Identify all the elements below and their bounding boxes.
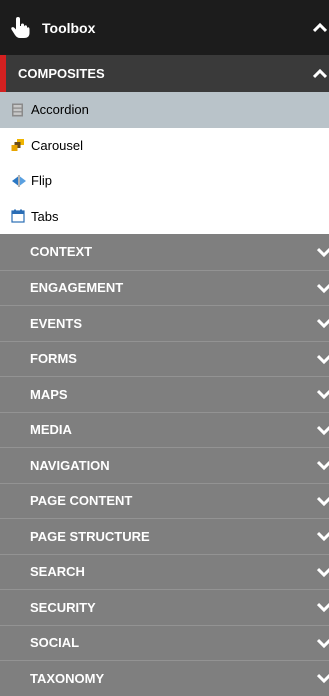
chevron-down-icon[interactable] [317,459,329,471]
section-label: PAGE CONTENT [30,493,133,509]
section-label: TAXONOMY [30,670,105,686]
item-label: Accordion [31,102,89,118]
chevron-down-icon[interactable] [317,317,329,329]
section-taxonomy[interactable]: TAXONOMY [0,660,329,696]
section-media[interactable]: MEDIA [0,411,329,447]
section-page-structure[interactable]: PAGE STRUCTURE [0,518,329,554]
chevron-down-icon[interactable] [317,353,329,365]
chevron-down-icon[interactable] [317,282,329,294]
active-section-marker [0,55,6,92]
chevron-down-icon[interactable] [317,566,329,578]
collapsed-sections: CONTEXT ENGAGEMENT EVENTS FORMS MAPS MED… [0,234,329,696]
section-page-content[interactable]: PAGE CONTENT [0,482,329,518]
chevron-up-icon[interactable] [313,22,327,34]
chevron-down-icon[interactable] [317,495,329,507]
section-navigation[interactable]: NAVIGATION [0,447,329,483]
toolbox-item-accordion[interactable]: Accordion [0,92,329,128]
section-label: SEARCH [30,564,85,580]
flip-icon [11,174,26,188]
item-label: Carousel [31,137,84,153]
section-security[interactable]: SECURITY [0,589,329,625]
toolbox-header[interactable]: Toolbox [0,0,329,55]
section-label: ENGAGEMENT [30,280,124,296]
chevron-down-icon[interactable] [317,388,329,400]
chevron-up-icon[interactable] [313,68,327,80]
section-label: FORMS [30,351,77,367]
section-label: NAVIGATION [30,457,110,473]
section-social[interactable]: SOCIAL [0,624,329,660]
chevron-down-icon[interactable] [317,246,329,258]
chevron-down-icon[interactable] [317,530,329,542]
section-label: PAGE STRUCTURE [30,528,150,544]
section-maps[interactable]: MAPS [0,376,329,412]
chevron-down-icon[interactable] [317,601,329,613]
accordion-icon [11,103,25,117]
section-context[interactable]: CONTEXT [0,234,329,270]
section-label: MEDIA [30,422,72,438]
section-search[interactable]: SEARCH [0,553,329,589]
section-label: COMPOSITES [18,66,105,81]
section-label: SOCIAL [30,635,80,651]
section-engagement[interactable]: ENGAGEMENT [0,269,329,305]
toolbox-panel: Toolbox COMPOSITES Accordion Carousel Fl… [0,0,329,696]
composites-items: Accordion Carousel Flip Tabs [0,92,329,234]
tabs-icon [11,209,25,223]
section-label: CONTEXT [30,244,93,260]
hand-pointer-icon [10,16,30,39]
toolbox-item-carousel[interactable]: Carousel [0,128,329,164]
section-events[interactable]: EVENTS [0,305,329,341]
chevron-down-icon[interactable] [317,637,329,649]
section-forms[interactable]: FORMS [0,340,329,376]
item-label: Tabs [31,208,59,224]
section-composites[interactable]: COMPOSITES [0,55,329,92]
section-label: SECURITY [30,599,96,615]
chevron-down-icon[interactable] [317,424,329,436]
carousel-icon [11,138,25,152]
chevron-down-icon[interactable] [317,672,329,684]
toolbox-title: Toolbox [42,19,96,36]
section-label: EVENTS [30,315,83,331]
toolbox-item-flip[interactable]: Flip [0,163,329,199]
toolbox-item-tabs[interactable]: Tabs [0,199,329,235]
section-label: MAPS [30,386,68,402]
item-label: Flip [31,173,52,189]
